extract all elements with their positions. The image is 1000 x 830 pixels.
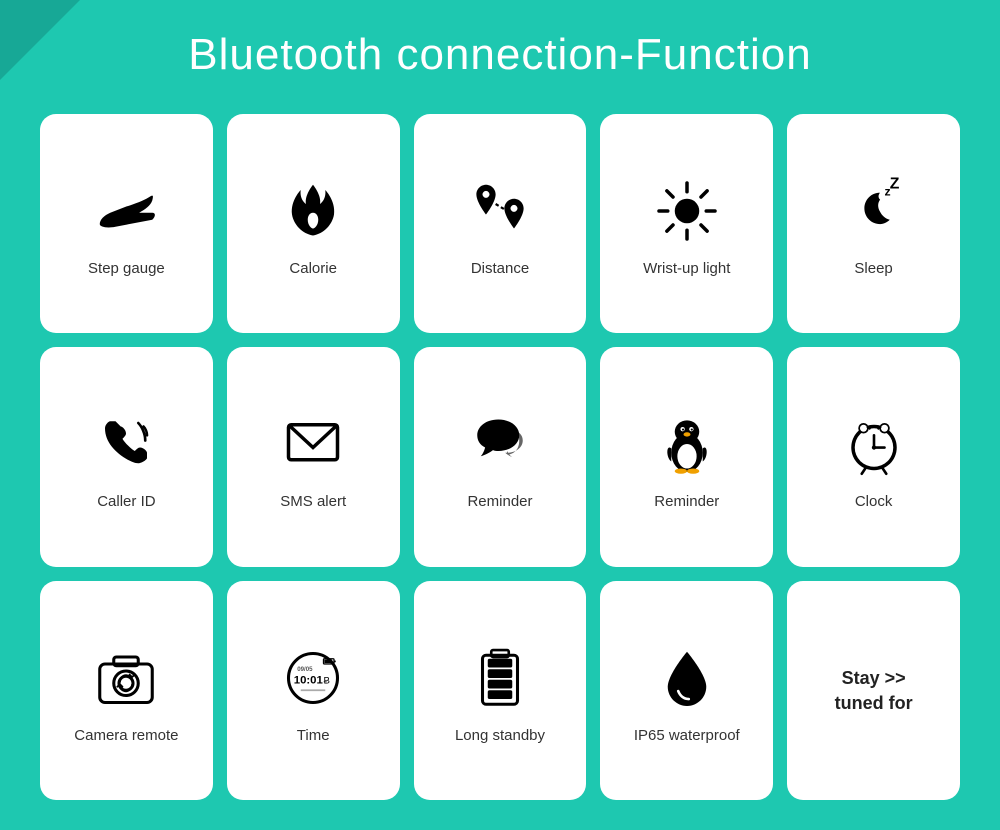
card-reminder-qq: Reminder: [600, 347, 773, 566]
water-icon: [652, 638, 722, 718]
card-ip65-waterproof: IP65 waterproof: [600, 581, 773, 800]
card-label-reminder-chat: Reminder: [467, 492, 532, 512]
card-label-clock: Clock: [855, 492, 893, 512]
phone-icon: [91, 404, 161, 484]
card-label-step-gauge: Step gauge: [88, 259, 165, 279]
stay-tuned-icon: Stay >>tuned for: [835, 666, 913, 716]
card-sleep: z Z Sleep: [787, 114, 960, 333]
card-label-ip65-waterproof: IP65 waterproof: [634, 726, 740, 746]
card-stay-tuned: Stay >>tuned for: [787, 581, 960, 800]
sleep-icon: z Z: [839, 171, 909, 251]
card-label-reminder-qq: Reminder: [654, 492, 719, 512]
chat-icon: [465, 404, 535, 484]
penguin-icon: [652, 404, 722, 484]
flame-icon: [278, 171, 348, 251]
card-label-long-standby: Long standby: [455, 726, 545, 746]
card-caller-id: Caller ID: [40, 347, 213, 566]
card-label-camera-remote: Camera remote: [74, 726, 178, 746]
card-label-sms-alert: SMS alert: [280, 492, 346, 512]
card-sms-alert: SMS alert: [227, 347, 400, 566]
feature-grid: Step gauge Calorie Distance: [0, 100, 1000, 820]
distance-icon: [465, 171, 535, 251]
watchface-icon: 09/05 10:01 Ƀ: [278, 638, 348, 718]
card-label-sleep: Sleep: [854, 259, 892, 279]
card-label-caller-id: Caller ID: [97, 492, 155, 512]
page-title: Bluetooth connection-Function: [0, 0, 1000, 100]
card-reminder-chat: Reminder: [414, 347, 587, 566]
card-long-standby: Long standby: [414, 581, 587, 800]
card-step-gauge: Step gauge: [40, 114, 213, 333]
battery-icon: [465, 638, 535, 718]
card-clock: Clock: [787, 347, 960, 566]
svg-text:Ƀ: Ƀ: [324, 675, 330, 686]
card-label-wrist-up-light: Wrist-up light: [643, 259, 730, 279]
clock-icon: [839, 404, 909, 484]
svg-text:09/05: 09/05: [297, 666, 313, 673]
shoe-icon: [91, 171, 161, 251]
card-wrist-up-light: Wrist-up light: [600, 114, 773, 333]
card-label-calorie: Calorie: [289, 259, 337, 279]
card-label-time: Time: [297, 726, 330, 746]
card-distance: Distance: [414, 114, 587, 333]
card-time: 09/05 10:01 Ƀ Time: [227, 581, 400, 800]
camera-icon: [91, 638, 161, 718]
card-label-distance: Distance: [471, 259, 529, 279]
sun-icon: [652, 171, 722, 251]
sms-icon: [278, 404, 348, 484]
card-calorie: Calorie: [227, 114, 400, 333]
svg-text:10:01: 10:01: [294, 674, 323, 686]
card-camera-remote: Camera remote: [40, 581, 213, 800]
svg-text:Z: Z: [889, 176, 899, 192]
